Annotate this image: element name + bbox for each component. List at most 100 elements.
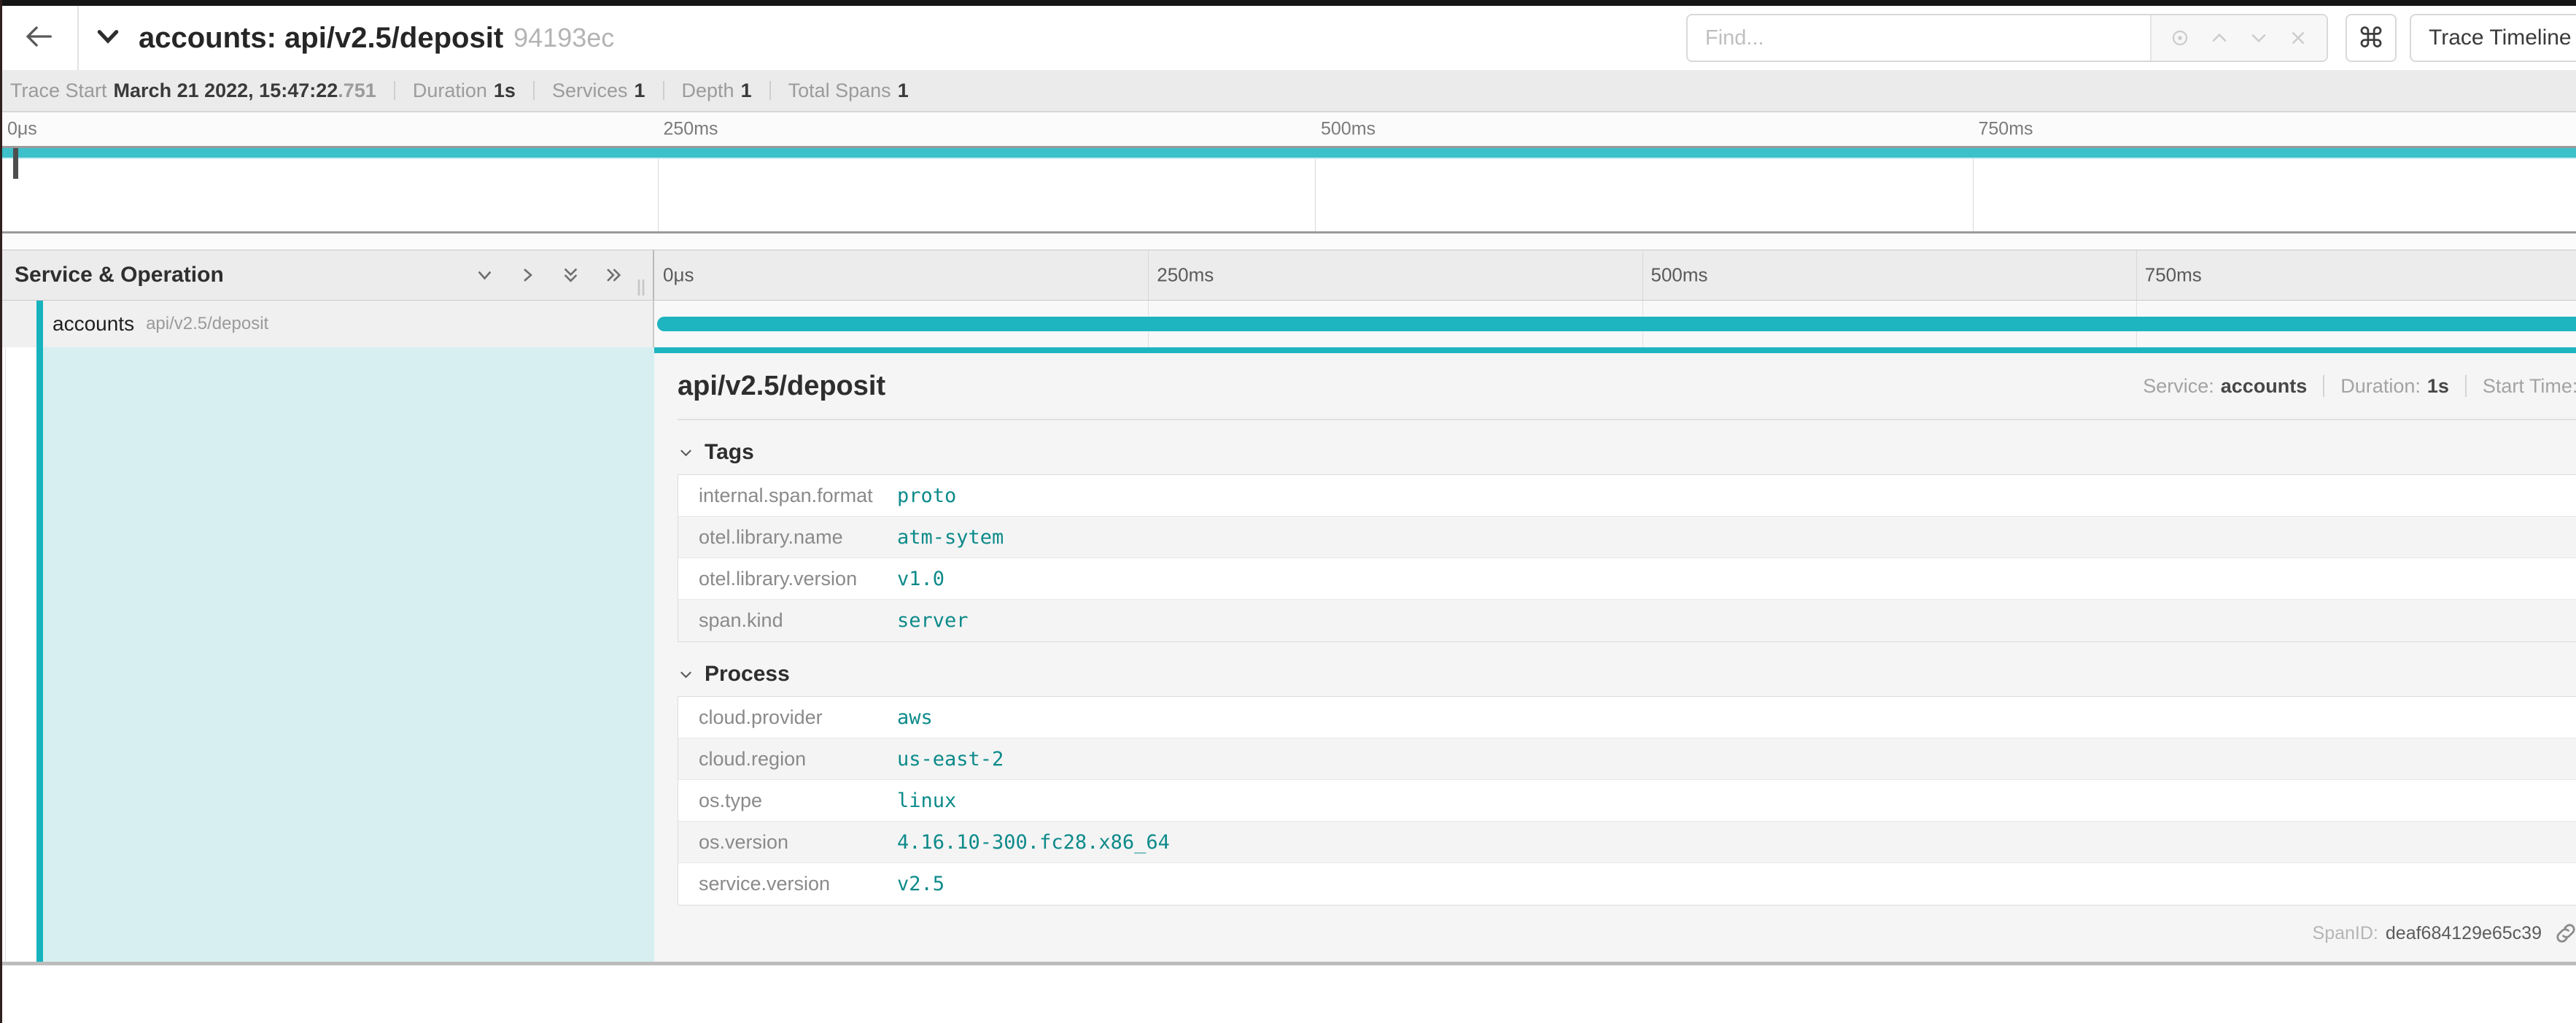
locate-icon[interactable] <box>2169 27 2191 49</box>
separator <box>394 81 395 100</box>
duration-label: Duration: <box>2340 375 2421 398</box>
span-name-cell[interactable]: accounts api/v2.5/deposit <box>0 301 654 347</box>
minimap-tick: 500ms <box>1321 119 1376 140</box>
minimap-tick: 0μs <box>7 119 37 140</box>
minimap-drag-handle[interactable] <box>13 148 18 179</box>
tag-key: otel.library.name <box>678 526 897 549</box>
separator <box>769 81 771 100</box>
divider <box>678 419 2576 420</box>
bottom-divider <box>0 962 2576 965</box>
start-time-label: Start Time: <box>2483 375 2576 398</box>
deep-link-icon[interactable] <box>2553 921 2576 946</box>
span-operation-title: api/v2.5/deposit <box>678 371 885 402</box>
timeline-tick: 250ms <box>1157 264 1214 287</box>
header-actions: ⌘ Trace Timeline <box>1686 14 2576 62</box>
timeline-tick: 750ms <box>2145 264 2202 287</box>
view-selector-label: Trace Timeline <box>2429 26 2572 50</box>
expand-all-icon[interactable] <box>604 266 624 285</box>
process-key: os.version <box>678 831 897 854</box>
clear-search-icon[interactable] <box>2287 27 2309 49</box>
span-id-value: deaf684129e65c39 <box>2386 923 2542 944</box>
separator <box>663 81 664 100</box>
jaeger-trace-page: accounts: api/v2.5/deposit 94193ec <box>0 0 2576 1023</box>
span-detail-left-gutter[interactable] <box>0 347 654 962</box>
span-detail-title-row: api/v2.5/deposit Service: accounts Durat… <box>678 353 2576 419</box>
timeline-tick: 500ms <box>1651 264 1708 287</box>
process-key: service.version <box>678 873 897 895</box>
total-spans-value: 1 <box>898 80 909 102</box>
total-spans-label: Total Spans <box>788 80 891 102</box>
depth-value: 1 <box>741 80 752 102</box>
span-detail-row: api/v2.5/deposit Service: accounts Durat… <box>0 347 2576 962</box>
trace-id-short: 94193ec <box>513 23 614 53</box>
timeline-gridline <box>1642 250 1643 300</box>
span-service-name: accounts <box>53 312 134 336</box>
minimap-gridline <box>1315 148 1316 231</box>
timeline-header-row: Service & Operation <box>0 250 2576 301</box>
span-duration-bar[interactable] <box>657 317 2576 331</box>
timeline-header-left: Service & Operation <box>0 250 654 300</box>
separator <box>2323 375 2324 397</box>
duration-value: 1s <box>2427 375 2449 398</box>
trace-header: accounts: api/v2.5/deposit 94193ec <box>0 6 2576 70</box>
prev-result-icon[interactable] <box>2208 27 2230 49</box>
service-label: Service: <box>2143 375 2214 398</box>
tag-key: internal.span.format <box>678 485 897 507</box>
back-button[interactable] <box>0 6 79 70</box>
minimap-tick: 750ms <box>1979 119 2033 140</box>
span-detail-content: api/v2.5/deposit Service: accounts Durat… <box>654 353 2576 949</box>
separator <box>2465 375 2467 397</box>
trace-start-ms: .751 <box>338 80 376 102</box>
gutter-line <box>5 347 6 962</box>
process-key: cloud.region <box>678 748 897 771</box>
table-row: service.version v2.5 <box>678 863 2576 905</box>
table-row: otel.library.name atm-sytem <box>678 517 2576 558</box>
next-result-icon[interactable] <box>2248 27 2270 49</box>
span-timeline-cell[interactable] <box>654 301 2576 347</box>
process-key: os.type <box>678 790 897 812</box>
table-row: otel.library.version v1.0 <box>678 558 2576 600</box>
trace-start-value: March 21 2022, 15:47:22 <box>114 80 338 102</box>
process-table: cloud.provider aws cloud.region us-east-… <box>678 696 2576 906</box>
process-value: aws <box>897 706 933 729</box>
trace-collapse-toggle[interactable] <box>93 22 123 55</box>
tag-key: span.kind <box>678 609 897 632</box>
collapse-all-icon[interactable] <box>561 266 581 285</box>
span-row[interactable]: accounts api/v2.5/deposit <box>0 301 2576 347</box>
trace-start-label: Trace Start <box>10 80 107 102</box>
chevron-down-icon <box>2572 28 2576 47</box>
span-operation-name: api/v2.5/deposit <box>146 314 268 334</box>
span-id-label: SpanID: <box>2313 923 2378 944</box>
span-detail-footer: SpanID: deaf684129e65c39 <box>678 917 2576 949</box>
keyboard-shortcuts-button[interactable]: ⌘ <box>2346 14 2397 62</box>
duration-label: Duration <box>413 80 487 102</box>
timeline-gridline <box>2136 250 2137 300</box>
collapse-one-icon[interactable] <box>475 266 494 285</box>
timeline-tick: 0μs <box>663 264 694 287</box>
tag-value: atm-sytem <box>897 526 1004 549</box>
table-row: os.version 4.16.10-300.fc28.x86_64 <box>678 822 2576 863</box>
timeline-collapse-controls <box>475 266 624 285</box>
chevron-down-icon <box>678 444 694 461</box>
trace-view-selector[interactable]: Trace Timeline <box>2410 14 2576 62</box>
tag-value: server <box>897 609 969 632</box>
span-detail-duration-bar <box>654 347 2576 353</box>
table-row: span.kind server <box>678 600 2576 641</box>
service-value: accounts <box>2221 375 2308 398</box>
trace-minimap[interactable] <box>0 146 2576 233</box>
find-input[interactable] <box>1688 15 2150 61</box>
selected-span-highlight <box>43 347 654 962</box>
table-row: os.type linux <box>678 780 2576 822</box>
trace-summary-bar: Trace Start March 21 2022, 15:47:22 .751… <box>0 70 2576 112</box>
process-section-title: Process <box>705 662 790 687</box>
tags-section-toggle[interactable]: Tags <box>678 438 2576 467</box>
tag-key: otel.library.version <box>678 568 897 590</box>
expand-one-icon[interactable] <box>518 266 538 285</box>
services-label: Services <box>552 80 628 102</box>
page-content: accounts: api/v2.5/deposit 94193ec <box>0 6 2576 965</box>
minimap-span-bar <box>0 148 2576 159</box>
column-resizer-grip[interactable] <box>634 278 648 297</box>
minimap-gridline <box>1973 148 1974 231</box>
window-top-bar <box>0 0 2576 6</box>
process-section-toggle[interactable]: Process <box>678 660 2576 689</box>
